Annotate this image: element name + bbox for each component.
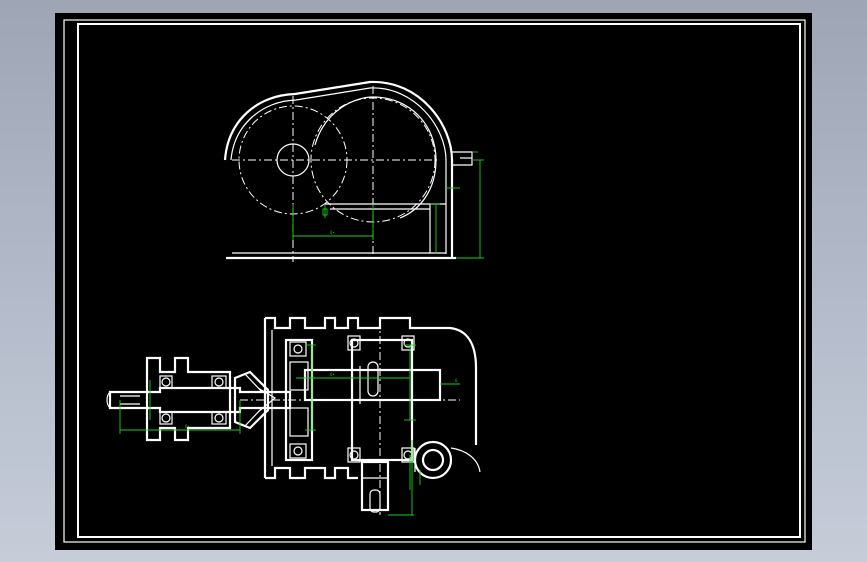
output-shaft-extension (360, 460, 390, 512)
outer-sheet-border (63, 19, 806, 543)
section-view: O• O• O (106, 316, 481, 516)
dim-label-right: O (455, 378, 458, 383)
gear1-hub-lower (289, 407, 309, 437)
housing-left-wall (265, 316, 478, 445)
cad-viewport[interactable]: O• O• O• O (55, 13, 812, 550)
housing-outer-contour (223, 80, 454, 258)
gear1-ball-bottom (293, 446, 303, 456)
housing-inner-contour (230, 87, 447, 254)
bearing-ball-1 (161, 377, 171, 387)
bearing-ball-2 (161, 413, 171, 423)
large-gear-outline (314, 96, 437, 219)
bearing-ball-3 (214, 377, 224, 387)
gear1-ball-top (293, 344, 303, 354)
dim-label-center-distance: O• (330, 230, 335, 235)
output-shaft-key (369, 489, 381, 513)
output-ball-4 (403, 450, 413, 460)
port-inner (421, 448, 445, 472)
dim-label-shaft: O• (330, 372, 335, 377)
front-view: O• (223, 80, 484, 262)
cad-drawing: O• O• O• O (63, 19, 806, 543)
gear1-bearing-bottom (289, 443, 307, 459)
dim-label-input: O• (185, 424, 190, 429)
port-flange (414, 447, 481, 473)
bearing-ball-4 (214, 413, 224, 423)
intermediate-key (367, 361, 379, 397)
inner-sheet-border (77, 23, 801, 538)
housing-bottom-wall (265, 466, 358, 480)
gear1-bearing-top (289, 341, 307, 357)
